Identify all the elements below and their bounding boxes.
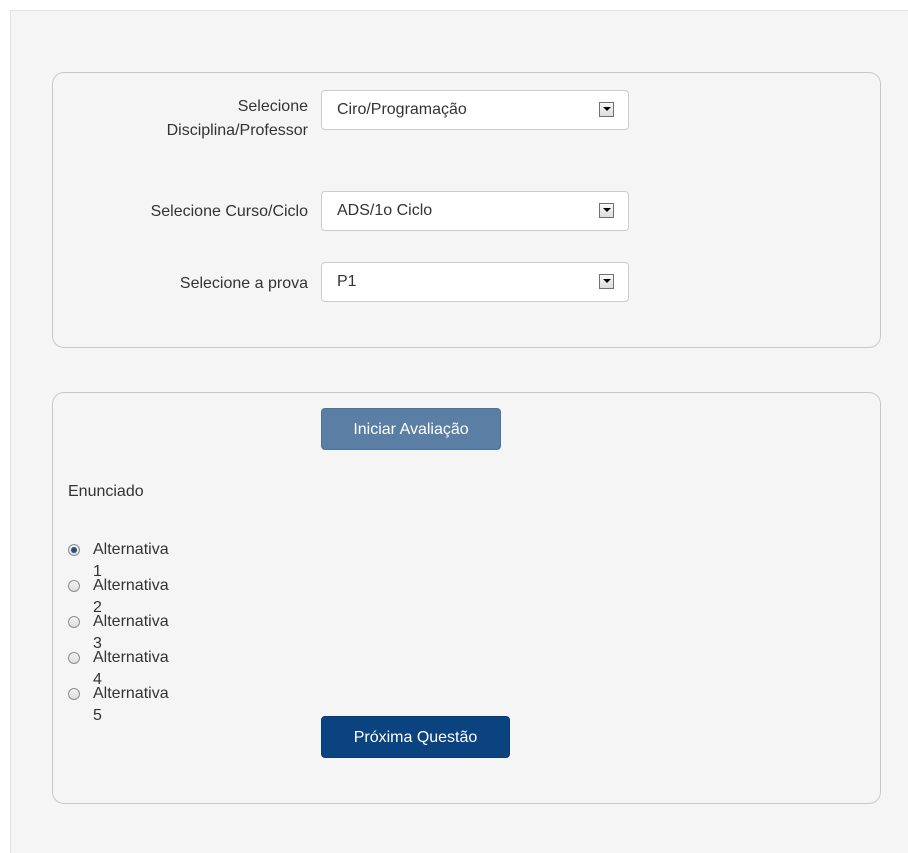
course-select[interactable]: ADS/1o Ciclo bbox=[321, 191, 629, 231]
alternative-label: Alternativa 5 bbox=[93, 685, 169, 724]
course-label: Selecione Curso/Ciclo bbox=[150, 203, 308, 220]
radio-checked-icon[interactable] bbox=[68, 544, 80, 556]
start-evaluation-button[interactable]: Iniciar Avaliação bbox=[321, 408, 501, 450]
page-background: Selecione Disciplina/Professor Ciro/Prog… bbox=[10, 10, 908, 853]
discipline-select[interactable]: Ciro/Programação bbox=[321, 90, 629, 130]
radio-unchecked-icon[interactable] bbox=[68, 652, 80, 664]
exam-select[interactable]: P1 bbox=[321, 262, 629, 302]
discipline-select-value: Ciro/Programação bbox=[337, 101, 467, 118]
next-question-button[interactable]: Próxima Questão bbox=[321, 716, 510, 758]
question-statement: Enunciado bbox=[68, 483, 144, 500]
selection-panel: Selecione Disciplina/Professor Ciro/Prog… bbox=[52, 72, 881, 348]
course-select-value: ADS/1o Ciclo bbox=[337, 202, 433, 219]
chevron-down-icon bbox=[599, 102, 614, 117]
exam-label: Selecione a prova bbox=[179, 275, 308, 292]
chevron-down-icon bbox=[599, 203, 614, 218]
chevron-down-icon bbox=[599, 274, 614, 289]
discipline-label-line1: Selecione bbox=[237, 98, 308, 115]
exam-select-value: P1 bbox=[337, 273, 357, 290]
discipline-label-line2: Disciplina/Professor bbox=[166, 122, 308, 139]
radio-unchecked-icon[interactable] bbox=[68, 580, 80, 592]
radio-unchecked-icon[interactable] bbox=[68, 688, 80, 700]
radio-unchecked-icon[interactable] bbox=[68, 616, 80, 628]
quiz-panel: Iniciar Avaliação Enunciado Alternativa … bbox=[52, 392, 881, 804]
discipline-label: Selecione Disciplina/Professor bbox=[68, 95, 308, 143]
